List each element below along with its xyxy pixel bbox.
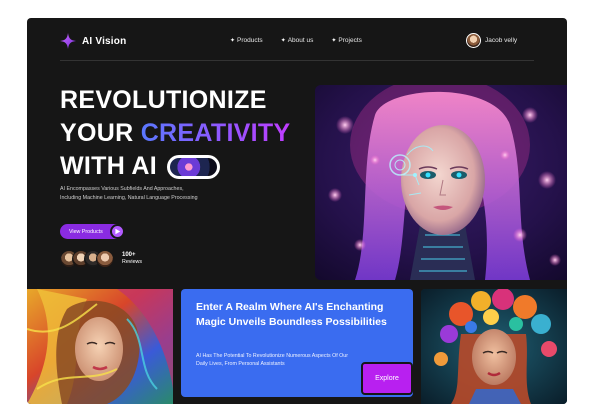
avatar xyxy=(466,33,481,48)
explore-button[interactable]: Explore xyxy=(361,362,413,395)
view-products-cta: View Products xyxy=(60,224,125,239)
nav-link-products[interactable]: ✦ Products xyxy=(230,37,263,44)
user-name: Jacob velly xyxy=(485,37,518,44)
sparkle-icon xyxy=(60,33,76,49)
painted-illustration xyxy=(27,289,173,404)
play-icon xyxy=(115,228,121,235)
divider xyxy=(60,60,534,61)
hero-image-cyborg-woman xyxy=(315,85,567,280)
painted-woman-image xyxy=(27,289,173,404)
headline-highlight: CREATIVITY xyxy=(141,117,291,150)
nav-link-label: About us xyxy=(287,37,314,44)
nav-link-about[interactable]: ✦ About us xyxy=(281,37,314,44)
star-icon: ✦ xyxy=(230,38,236,44)
play-button[interactable] xyxy=(109,224,125,239)
star-icon: ✦ xyxy=(280,38,286,44)
nav-link-label: Projects xyxy=(338,37,362,44)
headline-image-pill xyxy=(167,154,220,179)
reviews-group: 100+ Reviews xyxy=(60,250,142,268)
hero-headline: REVOLUTIONIZE YOUR CREATIVITY WITH AI xyxy=(60,84,290,183)
hero-illustration xyxy=(315,85,567,280)
reviews-label: Reviews xyxy=(122,259,143,265)
reviewer-avatar xyxy=(96,250,114,268)
headline-word: WITH AI xyxy=(60,152,157,180)
brand-name: AI Vision xyxy=(82,35,127,47)
headline-line-3: WITH AI xyxy=(60,150,290,183)
flower-crown-woman-image xyxy=(421,289,567,404)
headline-line-1: REVOLUTIONIZE xyxy=(60,86,267,114)
nav-link-label: Products xyxy=(237,37,263,44)
nav-link-projects[interactable]: ✦ Projects xyxy=(331,37,362,44)
navbar: AI Vision ✦ Products ✦ About us ✦ Projects … xyxy=(27,18,567,61)
nav-links: ✦ Products ✦ About us ✦ Projects xyxy=(230,37,362,44)
hero-description: AI Encompasses Various Subfields And App… xyxy=(60,186,198,201)
flower-illustration xyxy=(421,289,567,404)
pill-image xyxy=(170,157,217,176)
reviews-count: 100+ Reviews xyxy=(122,252,142,266)
headline-line-2: YOUR CREATIVITY xyxy=(60,117,290,150)
user-profile[interactable]: Jacob velly xyxy=(466,33,517,48)
reviews-number: 100+ xyxy=(122,252,136,258)
star-icon: ✦ xyxy=(331,38,337,44)
headline-word: YOUR xyxy=(60,119,134,147)
feature-title: Enter A Realm Where AI's Enchanting Magi… xyxy=(196,301,387,328)
brand-logo[interactable]: AI Vision xyxy=(60,33,126,49)
landing-page: AI Vision ✦ Products ✦ About us ✦ Projects … xyxy=(27,18,567,404)
feature-text: AI Has The Potential To Revolutionize Nu… xyxy=(196,353,349,367)
